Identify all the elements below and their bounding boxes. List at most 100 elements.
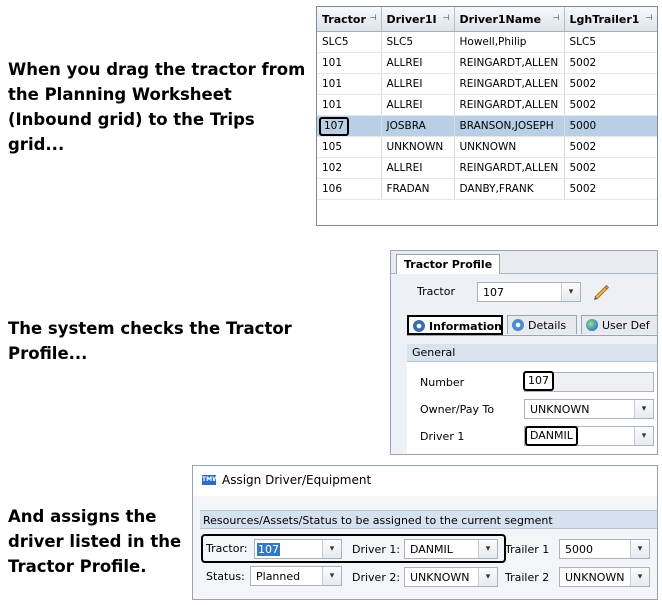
caption-line: Profile... [8, 344, 88, 363]
trailer2-combo-value: UNKNOWN [565, 571, 625, 584]
trailer1-label: Trailer 1 [505, 543, 550, 556]
table-cell: 5002 [564, 136, 657, 158]
highlight-box: 107 [319, 116, 350, 136]
table-cell: 101 [317, 73, 382, 95]
table-cell: 5000 [564, 115, 657, 137]
globe-icon [586, 319, 598, 331]
table-cell: 101 [317, 52, 382, 74]
trailer1-combo-value: 5000 [565, 543, 593, 556]
section-general: General [407, 344, 657, 362]
table-cell: REINGARDT,ALLEN [454, 52, 565, 74]
tractor-label: Tractor [417, 285, 455, 298]
table-row[interactable]: 101 ALLREI REINGARDT,ALLEN 5002 [317, 73, 657, 95]
caption-line: the Planning Worksheet [8, 85, 232, 104]
tab-information[interactable]: Information [407, 315, 503, 335]
profile-subtabs: Information Details User Def [407, 315, 657, 336]
chevron-down-icon[interactable]: ▾ [478, 568, 497, 586]
chevron-down-icon[interactable]: ▾ [561, 283, 580, 301]
pin-icon[interactable]: ⊣ [370, 13, 377, 22]
table-row-selected[interactable]: 107 JOSBRA BRANSON,JOSEPH 5000 [317, 115, 657, 137]
status-combo-value: Planned [256, 570, 301, 583]
caption-assigns: And assigns the driver listed in the Tra… [8, 504, 181, 579]
status-combo[interactable]: Planned ▾ [250, 566, 342, 586]
tab-strip: Tractor Profile [391, 251, 657, 274]
chevron-down-icon[interactable]: ▾ [634, 427, 653, 445]
tractor-combo-value: 107 [483, 286, 504, 299]
tab-details[interactable]: Details [507, 315, 577, 334]
table-cell: REINGARDT,ALLEN [454, 157, 565, 179]
caption-line: Tractor Profile. [8, 557, 147, 576]
pencil-icon[interactable] [591, 282, 611, 302]
table-cell: DANBY,FRANK [454, 178, 565, 200]
app-logo-icon: TMW [202, 475, 219, 485]
table-row[interactable]: 101 ALLREI REINGARDT,ALLEN 5002 [317, 52, 657, 74]
caption-line: When you drag the tractor from [8, 60, 306, 79]
table-cell: SLC5 [381, 31, 455, 53]
column-header-driver1id[interactable]: Driver1I ⊣ [381, 7, 455, 32]
column-header-lghtrailer1[interactable]: LghTrailer1 ⊣ [564, 7, 657, 32]
table-cell: ALLREI [381, 94, 455, 116]
driver2-label: Driver 2: [352, 571, 401, 584]
tractor-combo[interactable]: 107 ▾ [254, 539, 342, 559]
tab-tractor-profile[interactable]: Tractor Profile [396, 254, 501, 274]
caption-line: And assigns the [8, 507, 157, 526]
general-content: Number 107 Owner/Pay To UNKNOWN ▾ Driver… [407, 362, 657, 454]
tractor-combo-value: 107 [257, 543, 280, 556]
table-cell: 5002 [564, 178, 657, 200]
table-row[interactable]: 102 ALLREI REINGARDT,ALLEN 5002 [317, 157, 657, 179]
owner-combo[interactable]: UNKNOWN ▾ [524, 399, 654, 419]
chevron-down-icon[interactable]: ▾ [634, 400, 653, 418]
pin-icon[interactable]: ⊣ [443, 13, 450, 22]
caption-line: driver listed in the [8, 532, 182, 551]
chevron-down-icon[interactable]: ▾ [630, 568, 649, 586]
trailer1-combo[interactable]: 5000 ▾ [559, 539, 650, 559]
table-cell: 5002 [564, 94, 657, 116]
table-row[interactable]: SLC5 SLC5 Howell,Philip SLC5 [317, 31, 657, 53]
chevron-down-icon[interactable]: ▾ [322, 567, 341, 585]
section-header: Resources/Assets/Status to be assigned t… [200, 510, 657, 529]
table-cell: UNKNOWN [454, 136, 565, 158]
table-cell: 5002 [564, 73, 657, 95]
dialog-titlebar: TMW Assign Driver/Equipment [193, 466, 657, 496]
driver2-combo[interactable]: UNKNOWN ▾ [404, 567, 498, 587]
chevron-down-icon[interactable]: ▾ [630, 540, 649, 558]
grid-header-row: Tractor ⊣ Driver1I ⊣ Driver1Name ⊣ LghTrail… [317, 7, 657, 32]
column-header-tractor[interactable]: Tractor ⊣ [317, 7, 382, 32]
trailer2-label: Trailer 2 [505, 571, 550, 584]
tab-user-def[interactable]: User Def [581, 315, 657, 334]
table-cell: FRADAN [381, 178, 455, 200]
table-row[interactable]: 106 FRADAN DANBY,FRANK 5002 [317, 178, 657, 200]
trailer2-combo[interactable]: UNKNOWN ▾ [559, 567, 650, 587]
table-cell: 5002 [564, 52, 657, 74]
trips-grid[interactable]: Tractor ⊣ Driver1I ⊣ Driver1Name ⊣ LghTrail… [316, 6, 658, 226]
tractor-label: Tractor: [206, 542, 248, 555]
owner-combo-value: UNKNOWN [530, 403, 590, 416]
table-cell: SLC5 [317, 31, 382, 53]
table-cell: SLC5 [564, 31, 657, 53]
dialog-title: Assign Driver/Equipment [222, 473, 372, 487]
status-label: Status: [206, 570, 245, 583]
driver1-combo[interactable]: DANMIL ▾ [404, 539, 498, 559]
table-cell: 5002 [564, 157, 657, 179]
details-icon [512, 319, 524, 331]
driver1-combo-value: DANMIL [410, 543, 453, 556]
column-header-driver1name[interactable]: Driver1Name ⊣ [454, 7, 565, 32]
table-row[interactable]: 105 UNKNOWN UNKNOWN 5002 [317, 136, 657, 158]
driver2-combo-value: UNKNOWN [410, 571, 470, 584]
tractor-combo[interactable]: 107 ▾ [477, 282, 581, 302]
table-cell: REINGARDT,ALLEN [454, 73, 565, 95]
caption-line: (Inbound grid) to the Trips [8, 110, 255, 129]
number-label: Number [420, 376, 465, 389]
owner-label: Owner/Pay To [420, 403, 495, 416]
pin-icon[interactable]: ⊣ [646, 13, 653, 22]
assign-driver-dialog: TMW Assign Driver/Equipment Resources/As… [192, 465, 658, 600]
chevron-down-icon[interactable]: ▾ [478, 540, 497, 558]
number-highlight: 107 [523, 371, 554, 391]
driver1-label: Driver 1: [352, 543, 401, 556]
tractor-profile-panel: Tractor Profile Tractor 107 ▾ Informatio… [390, 250, 658, 455]
table-row[interactable]: 101 ALLREI REINGARDT,ALLEN 5002 [317, 94, 657, 116]
chevron-down-icon[interactable]: ▾ [322, 540, 341, 558]
pin-icon[interactable]: ⊣ [553, 13, 560, 22]
driver1-label: Driver 1 [420, 430, 465, 443]
table-cell: ALLREI [381, 52, 455, 74]
